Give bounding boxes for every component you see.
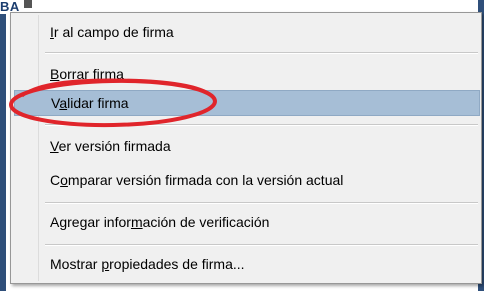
menu-item-clear-signature[interactable]: Borrar firma <box>14 61 480 87</box>
menu-item-label-post: lidar firma <box>67 95 129 111</box>
signature-context-menu: Ir al campo de firma Borrar firma Valida… <box>10 12 482 284</box>
menu-item-label-pre: Agregar infor <box>50 214 131 230</box>
menu-item-label-post: ropiedades de firma... <box>109 256 245 272</box>
menu-item-compare-signed-version[interactable]: Comparar versión firmada con la versión … <box>14 167 480 193</box>
menu-item-label-post: er versión firmada <box>58 138 171 154</box>
menu-item-view-signed-version[interactable]: Ver versión firmada <box>14 133 480 159</box>
menu-separator <box>45 244 478 246</box>
menu-item-accelerator: o <box>60 172 68 188</box>
menu-item-accelerator: B <box>50 66 60 82</box>
background-window-edge-left <box>0 14 6 291</box>
menu-item-validate-signature[interactable]: Validar firma <box>14 90 480 116</box>
menu-item-show-signature-properties[interactable]: Mostrar propiedades de firma... <box>14 251 480 277</box>
background-window-corner <box>24 0 32 8</box>
menu-separator <box>45 52 478 54</box>
menu-item-go-to-signature-field[interactable]: Ir al campo de firma <box>14 19 480 45</box>
menu-item-label-post: orrar firma <box>59 66 124 82</box>
screenshot-stage: BA Ir al campo de firma Borrar firma Val… <box>0 0 484 291</box>
menu-item-label-post: mparar versión firmada con la versión ac… <box>67 172 344 188</box>
menu-item-label-pre: C <box>50 172 61 188</box>
menu-item-label-pre: Mostrar <box>50 256 102 272</box>
menu-separator <box>45 124 478 126</box>
menu-item-label-post: ación de verificación <box>142 214 270 230</box>
menu-item-accelerator: p <box>101 256 110 272</box>
menu-separator <box>45 202 478 204</box>
menu-item-accelerator: a <box>59 95 68 111</box>
menu-item-add-verification-info[interactable]: Agregar información de verificación <box>14 209 480 235</box>
menu-item-accelerator: m <box>130 214 143 230</box>
menu-item-label-post: r al campo de firma <box>53 24 174 40</box>
menu-item-accelerator: V <box>50 138 59 154</box>
